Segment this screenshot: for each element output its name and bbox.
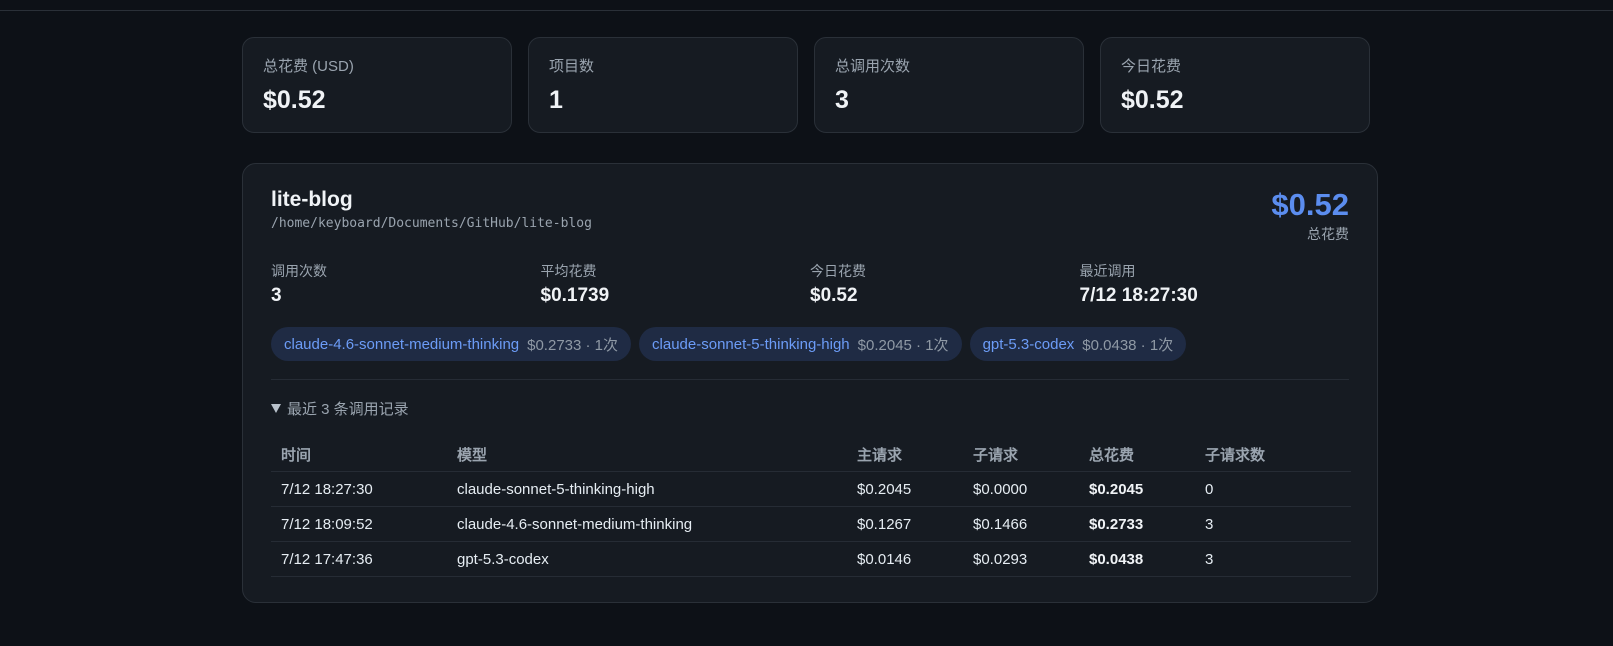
stat-value: $0.52	[1121, 86, 1184, 114]
metric-value: 3	[271, 285, 282, 306]
stat-value: 3	[835, 86, 849, 114]
stat-card-project-count: 项目数 1	[528, 37, 798, 133]
history-toggle[interactable]: 最近 3 条调用记录	[271, 398, 1349, 419]
stat-label: 总花费 (USD)	[263, 58, 354, 75]
metric-label: 平均花费	[540, 263, 597, 279]
metric-value: 7/12 18:27:30	[1079, 285, 1198, 306]
stat-label: 今日花费	[1121, 58, 1182, 75]
model-chip: gpt-5.3-codex $0.0438 · 1次	[969, 327, 1187, 361]
history-table: 时间 模型 主请求 子请求 总花费 子请求数 7/12 18:27:30 cla…	[271, 437, 1351, 577]
metric-value: $0.52	[810, 285, 858, 306]
column-header-main-request: 主请求	[847, 437, 963, 472]
cell-time: 7/12 18:27:30	[271, 471, 447, 507]
stat-card-today-cost: 今日花费 $0.52	[1100, 37, 1370, 133]
cell-time: 7/12 18:09:52	[271, 506, 447, 542]
metric-label: 最近调用	[1079, 263, 1136, 279]
cell-main-request: $0.2045	[847, 471, 963, 507]
column-header-model: 模型	[447, 437, 847, 472]
table-header-row: 时间 模型 主请求 子请求 总花费 子请求数	[271, 437, 1351, 472]
project-metrics: 调用次数 3 平均花费 $0.1739 今日花费 $0.52 最近调用 7/12…	[271, 262, 1349, 307]
project-total-label: 总花费	[1307, 226, 1349, 242]
stat-card-total-cost: 总花费 (USD) $0.52	[242, 37, 512, 133]
cell-model: claude-4.6-sonnet-medium-thinking	[447, 506, 847, 542]
metric-value: $0.1739	[540, 285, 610, 306]
stat-label: 项目数	[549, 58, 595, 75]
chip-meta: $0.2045 · 1次	[857, 336, 949, 354]
table-row: 7/12 17:47:36 gpt-5.3-codex $0.0146 $0.0…	[271, 541, 1351, 577]
cell-total-cost: $0.0438	[1079, 541, 1195, 577]
chip-model-name: claude-4.6-sonnet-medium-thinking	[284, 335, 520, 353]
table-row: 7/12 18:27:30 claude-sonnet-5-thinking-h…	[271, 471, 1351, 507]
summary-stats: 总花费 (USD) $0.52 项目数 1 总调用次数 3 今日花费 $0.52	[242, 37, 1378, 133]
cell-model: gpt-5.3-codex	[447, 541, 847, 577]
chip-model-name: claude-sonnet-5-thinking-high	[652, 335, 850, 353]
history-toggle-label: 最近 3 条调用记录	[287, 401, 409, 418]
cell-total-cost: $0.2733	[1079, 506, 1195, 542]
project-card: lite-blog /home/keyboard/Documents/GitHu…	[242, 163, 1378, 603]
metric-last-call: 最近调用 7/12 18:27:30	[1080, 262, 1350, 307]
cell-main-request: $0.1267	[847, 506, 963, 542]
stat-value: $0.52	[263, 86, 326, 114]
project-path: /home/keyboard/Documents/GitHub/lite-blo…	[271, 216, 592, 231]
metric-call-count: 调用次数 3	[271, 262, 541, 307]
cell-sub-request: $0.0000	[963, 471, 1079, 507]
metric-today-cost: 今日花费 $0.52	[810, 262, 1080, 307]
cell-sub-request-count: 3	[1195, 506, 1351, 542]
project-total-value: $0.52	[1271, 187, 1349, 222]
cell-sub-request: $0.1466	[963, 506, 1079, 542]
stat-label: 总调用次数	[835, 58, 911, 75]
column-header-time: 时间	[271, 437, 447, 472]
chip-meta: $0.0438 · 1次	[1082, 336, 1174, 354]
project-total: $0.52 总花费	[1271, 188, 1349, 244]
model-chips: claude-4.6-sonnet-medium-thinking $0.273…	[271, 327, 1349, 361]
project-name: lite-blog	[271, 188, 353, 211]
dashboard: 总花费 (USD) $0.52 项目数 1 总调用次数 3 今日花费 $0.52…	[242, 37, 1378, 603]
top-bar	[0, 0, 1613, 11]
cell-total-cost: $0.2045	[1079, 471, 1195, 507]
project-header: lite-blog /home/keyboard/Documents/GitHu…	[271, 188, 1349, 244]
cell-sub-request: $0.0293	[963, 541, 1079, 577]
cell-sub-request-count: 0	[1195, 471, 1351, 507]
chip-model-name: gpt-5.3-codex	[982, 335, 1075, 353]
cell-main-request: $0.0146	[847, 541, 963, 577]
cell-sub-request-count: 3	[1195, 541, 1351, 577]
column-header-sub-request: 子请求	[963, 437, 1079, 472]
divider	[271, 379, 1349, 380]
model-chip: claude-4.6-sonnet-medium-thinking $0.273…	[271, 327, 632, 361]
cell-time: 7/12 17:47:36	[271, 541, 447, 577]
stat-card-total-calls: 总调用次数 3	[814, 37, 1084, 133]
cell-model: claude-sonnet-5-thinking-high	[447, 471, 847, 507]
metric-label: 调用次数	[271, 263, 327, 279]
chip-meta: $0.2733 · 1次	[527, 336, 619, 354]
metric-label: 今日花费	[810, 263, 866, 279]
stat-value: 1	[549, 86, 563, 114]
table-row: 7/12 18:09:52 claude-4.6-sonnet-medium-t…	[271, 506, 1351, 542]
metric-avg-cost: 平均花费 $0.1739	[541, 262, 811, 307]
triangle-down-icon	[271, 404, 281, 413]
column-header-sub-request-count: 子请求数	[1195, 437, 1351, 472]
model-chip: claude-sonnet-5-thinking-high $0.2045 · …	[639, 327, 962, 361]
column-header-total-cost: 总花费	[1079, 437, 1195, 472]
